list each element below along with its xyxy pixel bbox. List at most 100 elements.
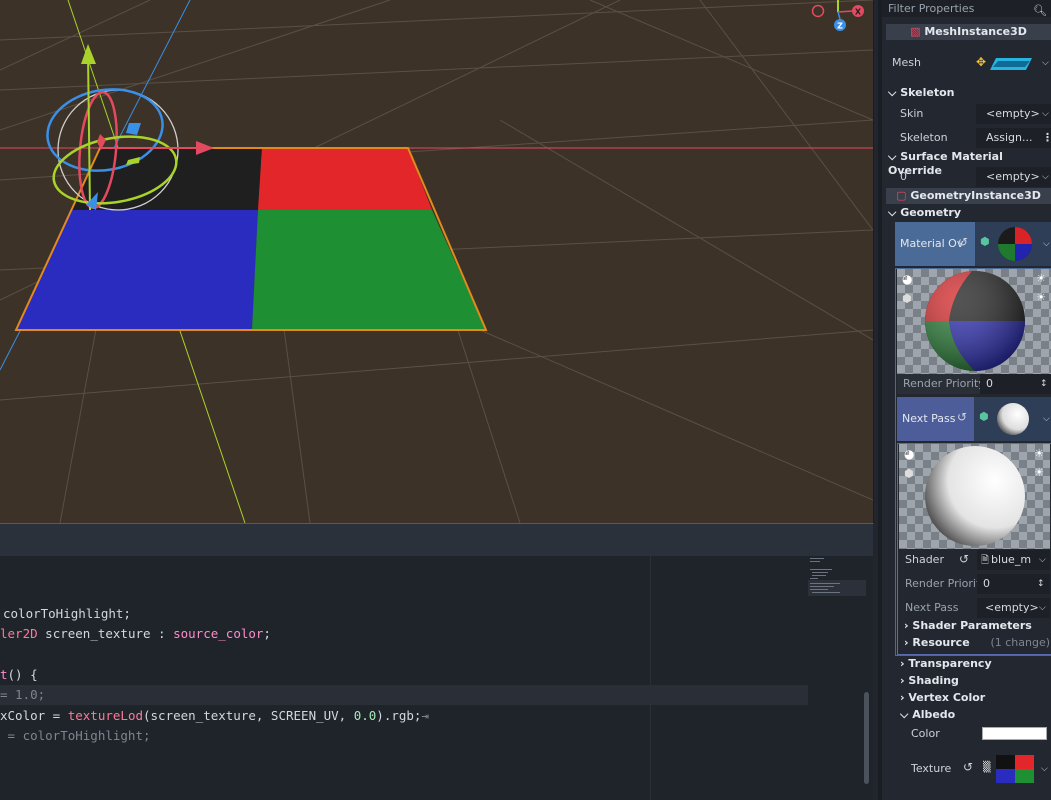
preview-shape-icon[interactable]: ⬢ [902,292,912,305]
texture-dropdown-chevron[interactable]: ⌵ [1041,764,1048,774]
chevron-down-icon: ⌵ [1039,555,1046,565]
light-3-toggle-icon[interactable]: ☀ [1034,466,1044,479]
meshinstance3d-title: MeshInstance3D [924,25,1027,38]
code-token: source_color [173,626,264,641]
shader-value[interactable]: 🗎︎ blue_m ⌵ [977,550,1050,570]
shader-parameters-section[interactable]: › Shader Parameters [904,619,1051,635]
next-pass-dropdown-chevron[interactable]: ⌵ [1043,414,1050,424]
albedo-color-property[interactable]: Color [882,724,1051,746]
surface-0-value[interactable]: <empty> ⌵ [976,167,1051,187]
viewport-canvas[interactable]: X Z [0,0,873,523]
albedo-texture-label: Texture [911,762,952,775]
code-line[interactable]: t() { [0,665,38,685]
revert-icon[interactable]: ↺ [958,235,968,249]
material-override-property[interactable]: Material Ov ↺ ⬢ ⌵ [895,222,1051,266]
material-preview-thumb[interactable] [996,225,1034,263]
next-pass-label: Next Pass [902,412,956,425]
render-priority-2-spinbox[interactable]: 0 ↕ [977,574,1050,594]
shader-label: Shader [905,553,944,566]
skin-label: Skin [900,107,924,120]
albedo-texture-property[interactable]: Texture ↺ ▒ ⌵ [882,752,1051,786]
surface-0-property[interactable]: 0 <empty> ⌵ [882,167,1051,187]
geometry-section[interactable]: ⌵ Geometry [888,206,1051,222]
light-2-toggle-icon[interactable]: ☀ [1036,272,1046,285]
albedo-color-label: Color [911,727,940,740]
vertex-color-section[interactable]: › Vertex Color [900,691,1051,707]
light-1-toggle-icon[interactable]: ◕ [904,447,914,461]
panel-splitter[interactable] [0,524,873,556]
chevron-down-icon: ⌵ [888,150,897,163]
code-token: colorToHighlight; [3,606,131,621]
shading-section[interactable]: › Shading [900,674,1051,690]
code-minimap[interactable] [808,556,866,800]
next-pass-property[interactable]: Next Pass ↺ ⬢ ⌵ [897,397,1051,441]
resource-change-count: (1 change) [990,636,1050,649]
code-line[interactable]: ler2D screen_texture : source_color; [0,624,271,644]
filter-properties-field[interactable]: Filter Properties 🔍︎ [882,0,1051,17]
revert-icon[interactable]: ↺ [963,760,973,774]
light-2-toggle-icon[interactable]: ☀ [1034,447,1044,460]
skeleton-property[interactable]: Skeleton Assign...⋮ [882,128,1051,148]
mesh-dropdown-chevron[interactable]: ⌵ [1042,58,1049,68]
quad-blue[interactable] [16,210,258,330]
mesh-preview-thumb[interactable] [990,56,1034,72]
chevron-down-icon: ⌵ [888,206,897,219]
resource-label: Resource [912,636,970,649]
resource-section[interactable]: › Resource (1 change) [904,636,1051,652]
material-dropdown-chevron[interactable]: ⌵ [1043,239,1050,249]
albedo-color-swatch[interactable] [982,727,1047,740]
skeleton-label: Skeleton [900,131,948,144]
chevron-right-icon: › [904,619,909,632]
surface-override-section[interactable]: ⌵ Surface Material Override [888,150,1051,177]
quad-red[interactable] [258,148,432,210]
chevron-down-icon: ⌵ [1042,172,1049,182]
code-token: ).rgb; [376,708,422,723]
albedo-texture-thumb[interactable] [996,755,1034,783]
transparency-section[interactable]: › Transparency [900,657,1051,673]
geometryinstance3d-header[interactable]: ▢ GeometryInstance3D [886,188,1051,204]
surface-index-label: 0 [900,170,907,183]
spinner-arrows-icon[interactable]: ↕ [1037,574,1045,594]
albedo-section[interactable]: ⌵ Albedo [900,708,1051,724]
skeleton-assign-button[interactable]: Assign...⋮ [976,128,1051,148]
material-sphere [925,271,1025,371]
code-line[interactable]: xColor = textureLod(screen_texture, SCRE… [0,706,429,726]
more-options-icon[interactable]: ⋮ [1042,128,1051,148]
shader-material-icon: ⬢ [980,235,990,248]
shader-property[interactable]: Shader ↺ 🗎︎ blue_m ⌵ [899,550,1050,570]
albedo-label: Albedo [912,708,956,721]
light-1-toggle-icon[interactable]: ◕ [902,272,912,286]
skeleton-section[interactable]: ⌵ Skeleton [888,86,1051,102]
code-token: screen_texture : [37,626,174,641]
code-line[interactable]: colorToHighlight; [0,604,131,624]
light-3-toggle-icon[interactable]: ☀ [1036,291,1046,304]
revert-icon[interactable]: ↺ [957,410,967,424]
render-priority-property[interactable]: Render Priority 0 ↕ [897,374,1051,394]
spinner-arrows-icon[interactable]: ↕ [1040,374,1048,394]
render-priority-2-property[interactable]: Render Priorit 0 ↕ [899,574,1050,594]
render-priority-spinbox[interactable]: 0 ↕ [980,374,1051,394]
preview-shape-icon[interactable]: ⬢ [904,467,914,480]
editor-scrollbar[interactable] [864,692,869,784]
quad-black[interactable] [70,148,262,210]
code-line[interactable]: = colorToHighlight; [0,726,151,746]
3d-viewport[interactable]: X Z [0,0,874,524]
next-pass-2-value[interactable]: <empty> ⌵ [977,598,1050,618]
shader-code-editor[interactable]: colorToHighlight; ler2D screen_texture : … [0,556,873,800]
next-pass-preview-thumb[interactable] [995,401,1031,437]
chevron-down-icon: ⌵ [900,708,909,721]
skin-property[interactable]: Skin <empty> ⌵ [882,104,1051,124]
filter-placeholder: Filter Properties [888,2,975,15]
x-handle-label: X [855,8,862,17]
chevron-right-icon: › [904,636,909,649]
chevron-right-icon: › [900,657,905,670]
skin-value[interactable]: <empty> ⌵ [976,104,1051,124]
orientation-gizmo[interactable]: X Z [811,0,865,31]
meshinstance3d-header[interactable]: ▧ MeshInstance3D [886,24,1051,40]
mesh-property[interactable]: Mesh ✥ ⌵ [882,48,1051,78]
revert-icon[interactable]: ↺ [959,552,969,566]
code-line[interactable]: = 1.0; [0,685,808,705]
next-pass-2-property[interactable]: Next Pass <empty> ⌵ [899,598,1050,618]
search-icon[interactable]: 🔍︎ [1033,2,1047,19]
quad-green[interactable] [252,210,486,330]
